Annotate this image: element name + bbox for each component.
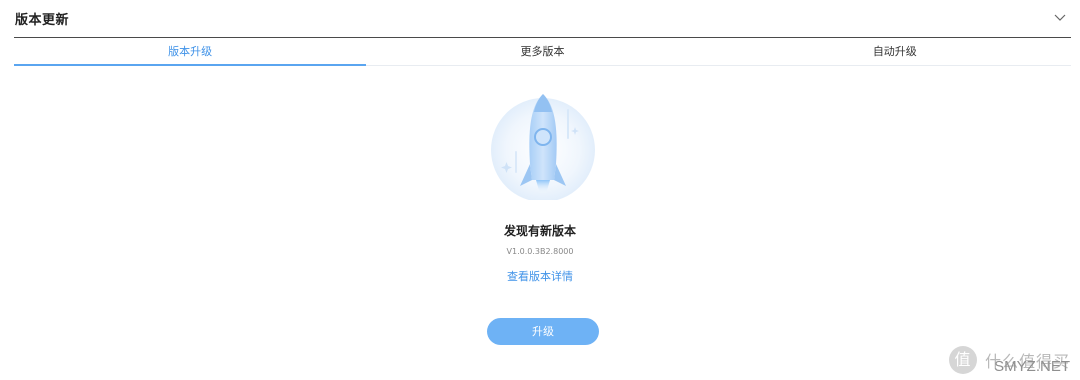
watermark-text-wrap: 什么值得买 SMYZ.NET <box>985 348 1070 375</box>
tab-bar: 版本升级 更多版本 自动升级 <box>14 38 1071 66</box>
version-number: V1.0.0.3B2.8000 <box>506 247 574 256</box>
watermark: 值 什么值得买 SMYZ.NET <box>948 346 1070 375</box>
chevron-down-icon[interactable] <box>1053 10 1067 24</box>
upgrade-button[interactable]: 升级 <box>487 318 599 345</box>
watermark-overlay: SMYZ.NET <box>994 358 1070 375</box>
update-available-title: 发现有新版本 <box>503 224 576 238</box>
watermark-badge: 值 <box>948 346 977 374</box>
rocket-icon <box>491 94 595 200</box>
tab-version-upgrade[interactable]: 版本升级 <box>14 38 367 66</box>
section-header: 版本更新 <box>14 0 1071 38</box>
tab-more-versions[interactable]: 更多版本 <box>366 38 718 65</box>
tab-auto-upgrade[interactable]: 自动升级 <box>719 38 1071 65</box>
section-title: 版本更新 <box>15 13 70 28</box>
version-details-link[interactable]: 查看版本详情 <box>0 268 1080 284</box>
